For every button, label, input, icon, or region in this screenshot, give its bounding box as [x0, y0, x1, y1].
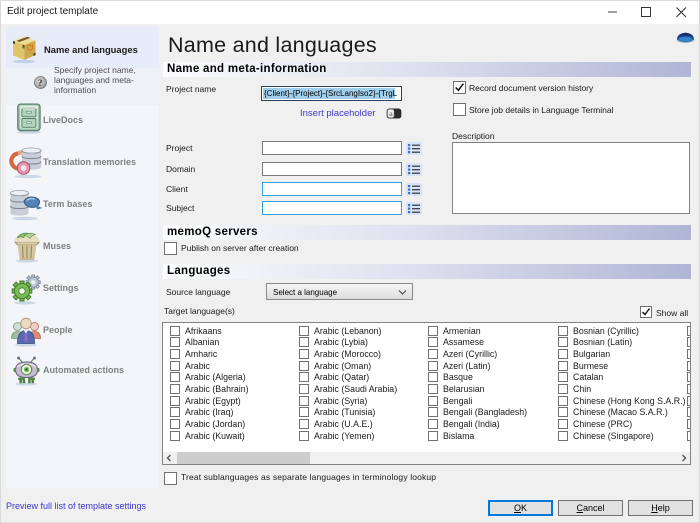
svg-text:a: a — [389, 111, 393, 118]
svg-text:?: ? — [38, 79, 43, 89]
